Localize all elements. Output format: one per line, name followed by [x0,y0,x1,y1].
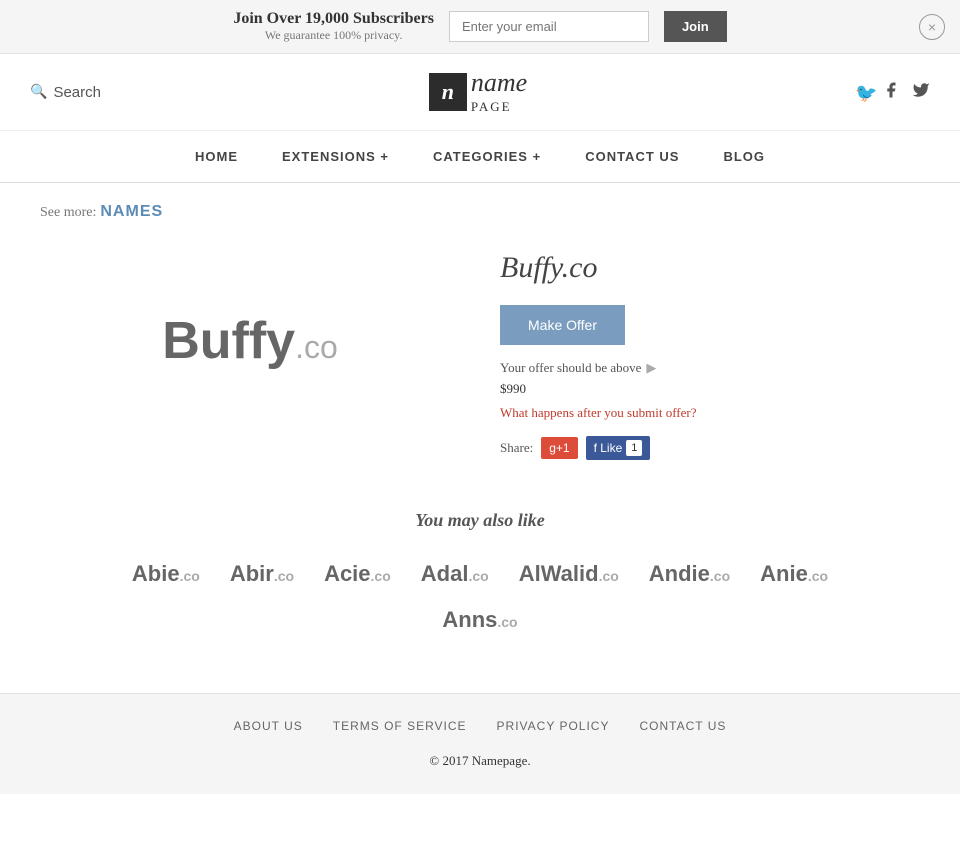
domain-adal[interactable]: Adal.co [421,561,489,587]
also-like-section: You may also like Abie.co Abir.co Acie.c… [40,510,920,633]
product-title: Buffy.co [500,251,920,285]
social-icons: 🐦 [855,81,930,104]
main-nav: HOME EXTENSIONS + CATEGORIES + CONTACT U… [0,131,960,183]
logo-name: name [471,68,527,97]
top-banner: Join Over 19,000 Subscribers We guarante… [0,0,960,54]
join-button[interactable]: Join [664,11,727,42]
email-input[interactable] [449,11,649,42]
share-label: Share: [500,440,533,456]
nav-categories[interactable]: CATEGORIES + [411,131,563,182]
product-area: Buffy.co Buffy.co Make Offer Your offer … [40,241,920,460]
domain-anns[interactable]: Anns.co [442,607,517,633]
footer-terms[interactable]: TERMS OF SERVICE [333,719,467,733]
google-plus-button[interactable]: g+1 [541,437,577,459]
search-label: Search [53,84,101,101]
product-logo-ext: .co [295,329,338,365]
see-more-label: See more: [40,205,96,220]
nav-contact[interactable]: CONTACT US [563,131,701,182]
offer-note-text: Your offer should be above [500,360,641,376]
domain-abir[interactable]: Abir.co [230,561,294,587]
fb-like-label: f Like [594,441,623,455]
product-logo-box: Buffy.co [40,241,460,441]
facebook-icon[interactable]: 🐦 [855,81,900,104]
close-button[interactable]: × [919,14,945,40]
domain-abie[interactable]: Abie.co [132,561,200,587]
footer-links: ABOUT US TERMS OF SERVICE PRIVACY POLICY… [40,719,920,733]
product-info: Buffy.co Make Offer Your offer should be… [500,241,920,460]
domain-acie[interactable]: Acie.co [324,561,391,587]
arrow-icon: ▶ [646,360,656,376]
nav-blog[interactable]: BLOG [701,131,787,182]
footer-contact[interactable]: CONTACT US [639,719,726,733]
footer-privacy[interactable]: PRIVACY POLICY [497,719,610,733]
product-logo: Buffy.co [162,311,338,371]
offer-price: $990 [500,381,920,397]
banner-subtext: We guarantee 100% privacy. [233,28,434,43]
names-link[interactable]: NAMES [100,203,163,220]
domain-row2: Anns.co [40,607,920,633]
domain-alwalid[interactable]: AlWalid.co [519,561,619,587]
also-like-grid: Abie.co Abir.co Acie.co Adal.co AlWalid.… [40,561,920,587]
banner-headline: Join Over 19,000 Subscribers [233,10,434,28]
footer-about[interactable]: ABOUT US [234,719,303,733]
what-happens-link[interactable]: What happens after you submit offer? [500,405,920,421]
domain-anie[interactable]: Anie.co [760,561,828,587]
logo-text: name PAGE [471,69,527,115]
main-content: See more: NAMES Buffy.co Buffy.co Make O… [0,183,960,653]
also-like-heading: You may also like [40,510,920,531]
share-area: Share: g+1 f Like 1 [500,436,920,460]
offer-note: Your offer should be above ▶ [500,360,920,376]
banner-text: Join Over 19,000 Subscribers We guarante… [233,10,434,43]
twitter-icon[interactable] [912,81,930,104]
make-offer-button[interactable]: Make Offer [500,305,625,345]
domain-andie[interactable]: Andie.co [649,561,730,587]
fb-count: 1 [626,440,642,456]
site-logo[interactable]: n name PAGE [429,69,527,115]
nav-extensions[interactable]: EXTENSIONS + [260,131,411,182]
logo-letter-box: n [429,73,467,111]
search-icon: 🔍 [30,84,47,101]
nav-home[interactable]: HOME [173,131,260,182]
site-footer: ABOUT US TERMS OF SERVICE PRIVACY POLICY… [0,693,960,794]
site-header: 🔍 Search n name PAGE 🐦 [0,54,960,131]
logo-sub: PAGE [471,99,512,114]
facebook-like-button[interactable]: f Like 1 [586,436,651,460]
see-more: See more: NAMES [40,203,920,221]
product-logo-name: Buffy [162,312,295,370]
logo-letter: n [442,79,454,105]
copy-text: © 2017 [429,753,471,768]
search-area[interactable]: 🔍 Search [30,84,101,101]
footer-copyright: © 2017 Namepage. [40,753,920,769]
brand-name: Namepage. [472,753,531,768]
